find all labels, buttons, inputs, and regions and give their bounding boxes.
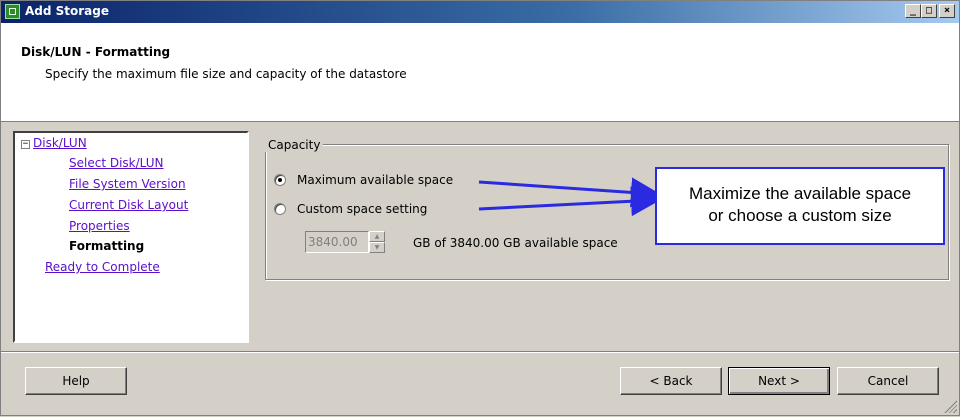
spin-down-icon[interactable]: ▼ <box>369 242 385 253</box>
nav-item-ready-to-complete[interactable]: Ready to Complete <box>45 260 160 274</box>
footer-separator <box>1 351 959 353</box>
wizard-header: Disk/LUN - Formatting Specify the maximu… <box>1 23 959 122</box>
maximum-space-label[interactable]: Maximum available space <box>297 173 453 187</box>
nav-item-file-system-version[interactable]: File System Version <box>69 177 186 191</box>
callout-line-1: Maximize the available space <box>688 184 912 203</box>
custom-space-radio[interactable] <box>274 203 286 215</box>
size-spinner: 3840.00 ▲ ▼ <box>305 231 385 253</box>
app-icon <box>5 4 20 19</box>
nav-item-select-disk-lun[interactable]: Select Disk/LUN <box>69 156 164 170</box>
size-caption: GB of 3840.00 GB available space <box>413 236 618 250</box>
nav-item-formatting-current: Formatting <box>69 239 145 253</box>
collapse-icon[interactable]: − <box>21 140 30 149</box>
minimize-button[interactable]: _ <box>905 4 921 18</box>
maximum-space-radio[interactable] <box>274 174 286 186</box>
close-button[interactable]: × <box>939 4 955 18</box>
next-button[interactable]: Next > <box>728 367 830 395</box>
cancel-button[interactable]: Cancel <box>837 367 939 395</box>
nav-item-current-disk-layout[interactable]: Current Disk Layout <box>69 198 188 212</box>
page-subtitle: Specify the maximum file size and capaci… <box>45 67 407 81</box>
nav-item-disk-lun[interactable]: Disk/LUN <box>33 136 87 150</box>
nav-item-properties[interactable]: Properties <box>69 219 130 233</box>
callout-line-2: or choose a custom size <box>708 206 892 225</box>
maximize-button[interactable]: □ <box>921 4 937 18</box>
size-input[interactable]: 3840.00 <box>305 231 369 253</box>
capacity-legend: Capacity <box>265 138 324 152</box>
spin-up-icon[interactable]: ▲ <box>369 231 385 242</box>
resize-grip-icon[interactable] <box>943 399 957 413</box>
page-title: Disk/LUN - Formatting <box>21 45 171 59</box>
wizard-steps-panel: − Disk/LUN Select Disk/LUN File System V… <box>13 131 249 343</box>
spinner-buttons: ▲ ▼ <box>369 231 385 253</box>
add-storage-window: Add Storage _ □ × Disk/LUN - Formatting … <box>0 0 960 416</box>
title-bar[interactable]: Add Storage _ □ × <box>1 1 959 23</box>
window-title: Add Storage <box>25 4 110 18</box>
help-button[interactable]: Help <box>25 367 127 395</box>
back-button[interactable]: < Back <box>620 367 722 395</box>
annotation-callout: Maximize the available space or choose a… <box>655 167 945 245</box>
custom-space-label[interactable]: Custom space setting <box>297 202 427 216</box>
